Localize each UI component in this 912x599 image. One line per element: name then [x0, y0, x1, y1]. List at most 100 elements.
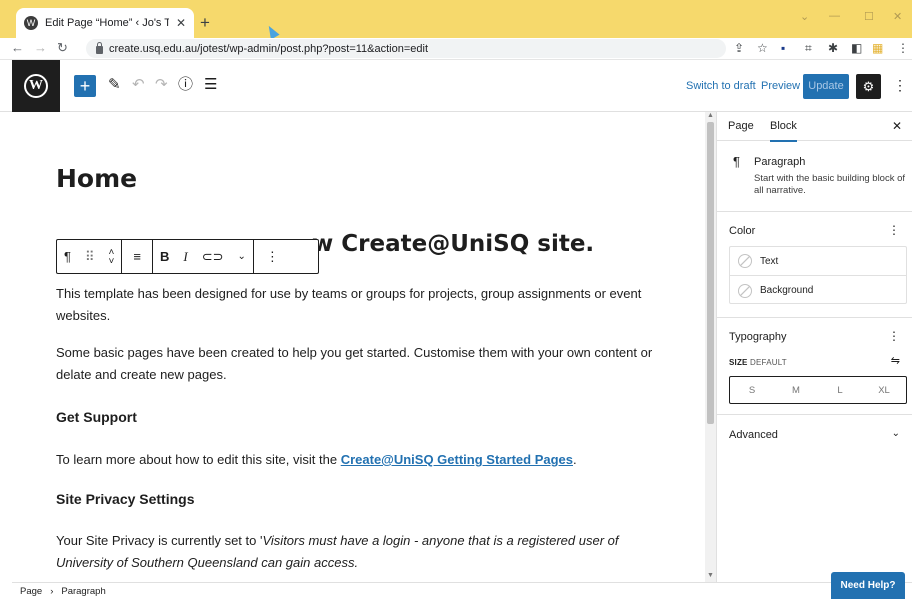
color-options-icon[interactable]: ⋮	[888, 223, 900, 237]
update-button[interactable]: Update	[803, 74, 849, 99]
chevron-down-icon[interactable]: ⌄	[800, 10, 809, 23]
getting-started-link[interactable]: Create@UniSQ Getting Started Pages	[341, 452, 573, 467]
new-tab-button[interactable]: +	[200, 14, 210, 31]
heading-block[interactable]: w Create@UniSQ site.	[312, 231, 594, 257]
custom-size-icon[interactable]: ⇋	[891, 354, 900, 367]
background-color-label: Background	[760, 285, 814, 296]
list-view-icon[interactable]: ☰	[204, 76, 217, 94]
typography-options-icon[interactable]: ⋮	[888, 329, 900, 343]
paragraph-icon[interactable]: ¶	[57, 240, 78, 273]
details-info-icon[interactable]: ⓘ	[178, 76, 193, 94]
italic-icon[interactable]: I	[176, 240, 194, 273]
bookmark-star-icon[interactable]: ☆	[757, 42, 768, 55]
browser-tab[interactable]: W Edit Page “Home” ‹ Jo's Test Site ✕	[16, 8, 194, 38]
divider	[717, 317, 912, 318]
font-size-label: SIZE DEFAULT	[729, 358, 787, 367]
url-field[interactable]: create.usq.edu.au/jotest/wp-admin/post.p…	[86, 39, 726, 58]
forward-icon[interactable]: →	[34, 41, 47, 55]
paragraph-block-4[interactable]: Your Site Privacy is currently set to 'V…	[56, 530, 666, 574]
add-block-button[interactable]: +	[74, 75, 96, 97]
text-color-option[interactable]: Text	[730, 247, 906, 276]
link-icon[interactable]: ⊂⊃	[195, 240, 231, 273]
chevron-down-icon[interactable]: ⌄	[892, 428, 900, 439]
background-color-option[interactable]: Background	[730, 276, 906, 305]
scroll-down-icon[interactable]: ▼	[707, 572, 714, 579]
post-title[interactable]: Home	[56, 164, 137, 193]
back-icon[interactable]: ←	[11, 41, 24, 55]
para4-text: Your Site Privacy is currently set to '	[56, 533, 263, 548]
lock-icon	[96, 41, 103, 54]
minimize-button[interactable]: —	[829, 10, 840, 22]
divider	[717, 414, 912, 415]
tab-title: Edit Page “Home” ‹ Jo's Test Site	[45, 17, 169, 29]
subheading-site-privacy[interactable]: Site Privacy Settings	[56, 491, 195, 507]
font-size-toggle: S M L XL	[729, 376, 907, 404]
redo-icon[interactable]: ↷	[155, 76, 168, 94]
tab-page[interactable]: Page	[728, 120, 754, 132]
move-up-down-icon[interactable]: ˄ ˅	[102, 240, 122, 273]
bold-icon[interactable]: B	[153, 240, 176, 273]
drag-handle-icon[interactable]: ⠿	[78, 240, 102, 273]
more-options-icon[interactable]: ⋮	[893, 77, 907, 94]
side-panel-icon[interactable]: ◧	[851, 42, 862, 55]
para3-text: To learn more about how to edit this sit…	[56, 452, 341, 467]
editor-scrollbar[interactable]: ▲ ▼	[705, 112, 716, 582]
color-panel-title: Color	[729, 225, 756, 237]
size-value-text: DEFAULT	[750, 358, 787, 367]
address-bar-row: ← → ↻ create.usq.edu.au/jotest/wp-admin/…	[0, 38, 912, 60]
block-toolbar-group-4: ⋮	[254, 240, 291, 273]
maximize-button[interactable]: ☐	[864, 10, 874, 23]
block-options-icon[interactable]: ⋮	[254, 240, 291, 273]
tab-close-icon[interactable]: ✕	[176, 16, 186, 30]
need-help-button[interactable]: Need Help?	[831, 572, 905, 599]
preview-button[interactable]: Preview	[761, 80, 800, 92]
size-option-s[interactable]: S	[730, 377, 774, 403]
color-settings: Text Background	[729, 246, 907, 304]
typography-panel-title: Typography	[729, 331, 787, 343]
paragraph-block-2[interactable]: Some basic pages have been created to he…	[56, 342, 666, 386]
breadcrumb-page[interactable]: Page	[20, 586, 42, 597]
size-option-xl[interactable]: XL	[862, 377, 906, 403]
block-card-title: Paragraph	[754, 156, 806, 168]
para3-suffix: .	[573, 452, 577, 467]
tools-pencil-icon[interactable]: ✎	[108, 76, 121, 94]
block-toolbar-group-3: B I ⊂⊃ ⌄	[153, 240, 254, 273]
background-color-swatch-icon	[738, 283, 752, 298]
browser-menu-icon[interactable]: ⋮	[897, 42, 909, 55]
switch-to-draft-button[interactable]: Switch to draft	[686, 80, 756, 92]
scroll-up-icon[interactable]: ▲	[707, 112, 714, 119]
extension-icon[interactable]: ▪	[781, 42, 785, 55]
paragraph-block-1[interactable]: This template has been designed for use …	[56, 283, 666, 327]
tab-block[interactable]: Block	[770, 120, 797, 142]
align-icon[interactable]: ≡	[122, 240, 152, 273]
editor-header: W + ✎ ↶ ↷ ⓘ ☰ Switch to draft Preview Up…	[0, 60, 912, 112]
breadcrumb-separator-icon: ›	[50, 585, 54, 597]
extensions-puzzle-icon[interactable]: ✱	[828, 42, 838, 55]
paragraph-block-3[interactable]: To learn more about how to edit this sit…	[56, 449, 666, 471]
size-option-l[interactable]: L	[818, 377, 862, 403]
settings-gear-icon[interactable]: ⚙	[856, 74, 881, 99]
reload-icon[interactable]: ↻	[57, 41, 68, 55]
close-sidebar-icon[interactable]: ✕	[892, 119, 902, 133]
text-color-swatch-icon	[738, 254, 752, 268]
profile-icon[interactable]: ▦	[872, 42, 883, 55]
size-option-m[interactable]: M	[774, 377, 818, 403]
breadcrumb-paragraph[interactable]: Paragraph	[61, 586, 105, 597]
subheading-get-support[interactable]: Get Support	[56, 409, 137, 425]
block-card: ¶ Paragraph Start with the basic buildin…	[717, 142, 912, 212]
browser-tab-bar: W Edit Page “Home” ‹ Jo's Test Site ✕ + …	[0, 0, 912, 38]
wordpress-logo-icon: W	[24, 74, 48, 98]
wordpress-favicon-icon: W	[24, 16, 38, 30]
scroll-thumb[interactable]	[707, 122, 714, 424]
share-icon[interactable]: ⇪	[734, 42, 744, 55]
block-toolbar-group-1: ¶ ⠿ ˄ ˅	[57, 240, 123, 273]
window-close-button[interactable]: ✕	[893, 10, 902, 23]
advanced-panel-title[interactable]: Advanced	[729, 429, 778, 441]
editor-canvas: Home w Create@UniSQ site. This template …	[12, 112, 705, 582]
more-formatting-icon[interactable]: ⌄	[230, 240, 252, 273]
paragraph-icon: ¶	[733, 154, 740, 169]
wordpress-logo[interactable]: W	[12, 60, 60, 112]
screenshot-extension-icon[interactable]: ⌗	[805, 42, 812, 55]
text-color-label: Text	[760, 255, 779, 267]
undo-icon[interactable]: ↶	[132, 76, 145, 94]
